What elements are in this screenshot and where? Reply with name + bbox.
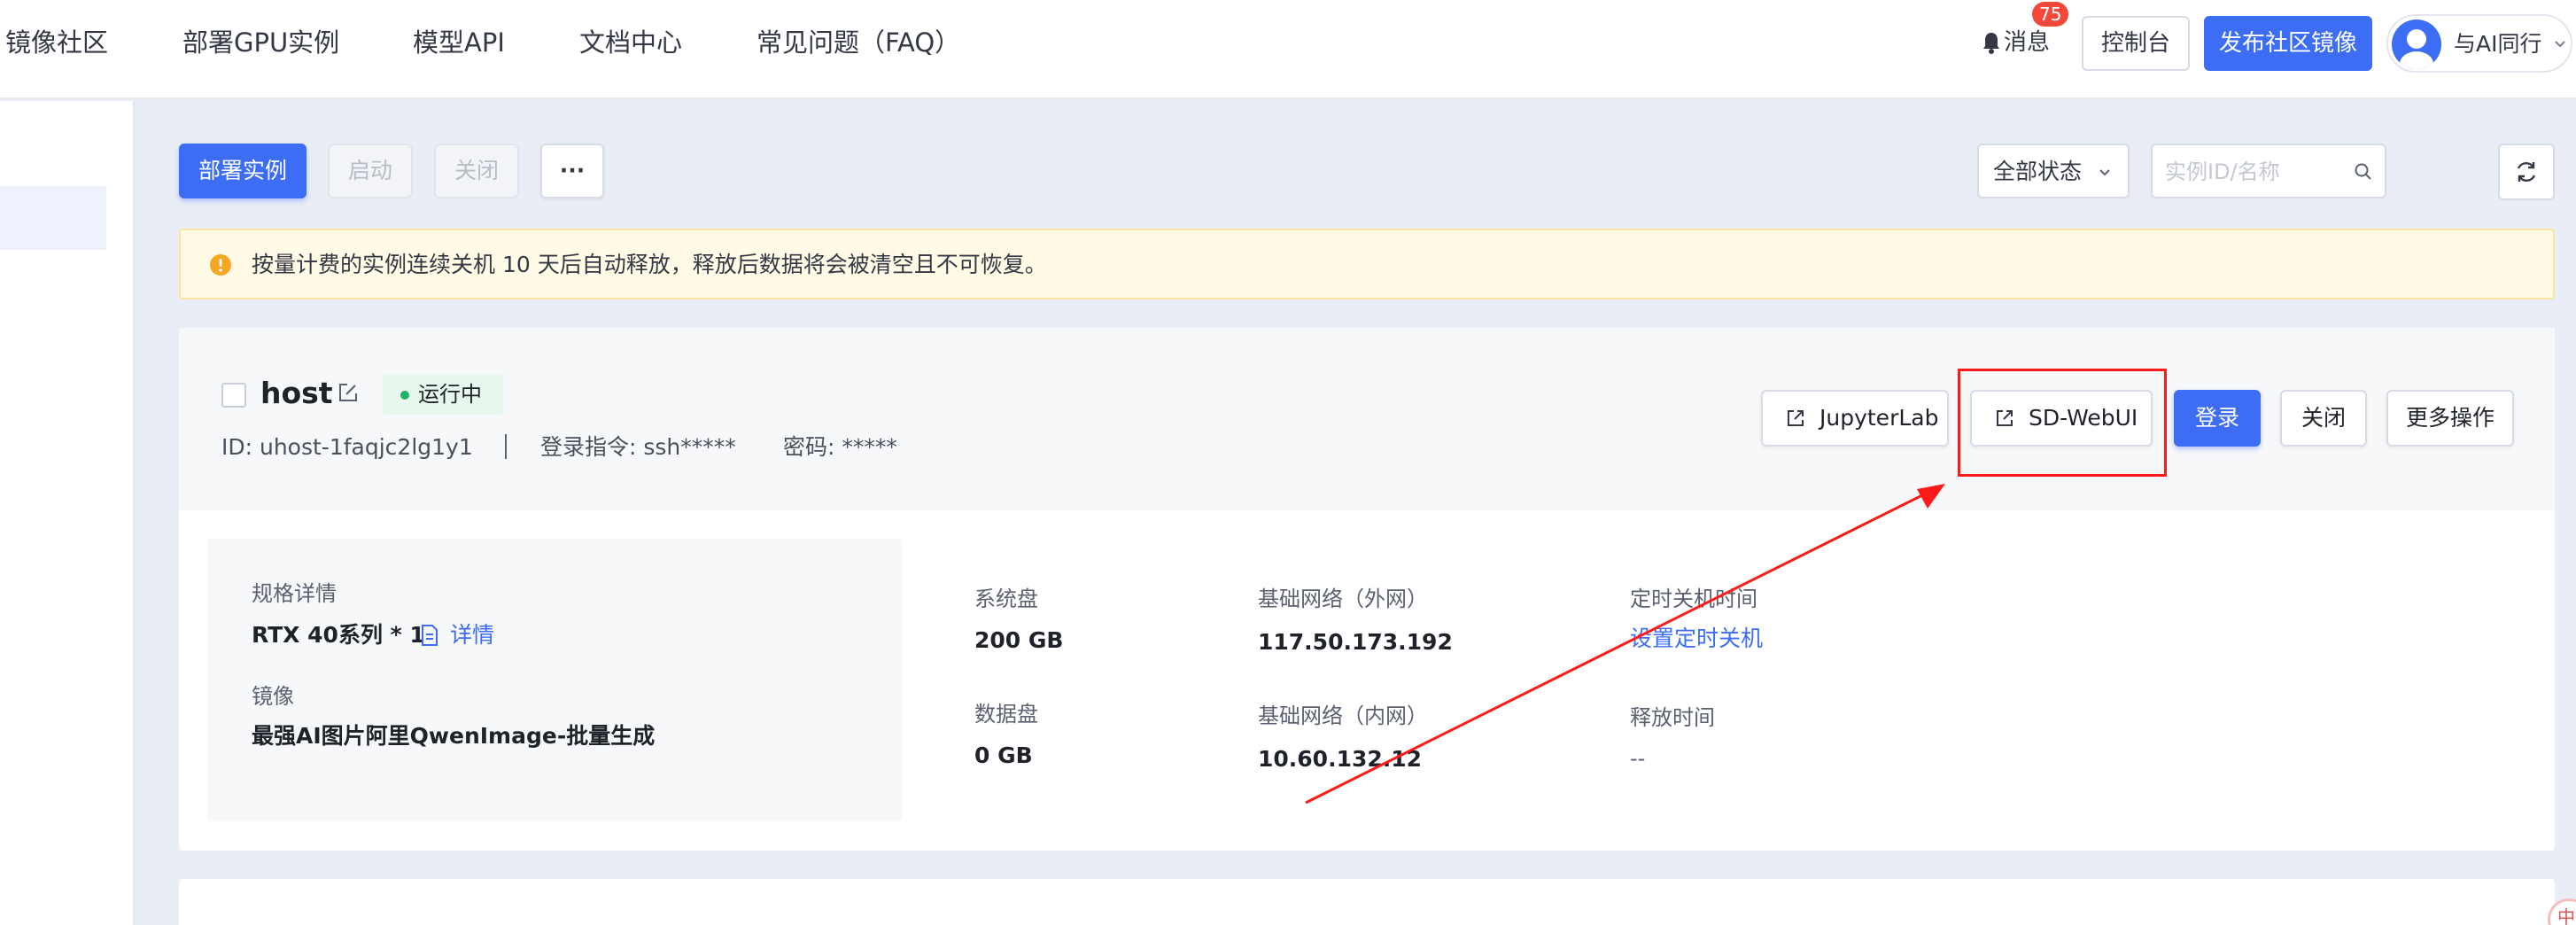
more-actions-button[interactable]: ··· bbox=[540, 144, 604, 198]
scheduled-shutdown-label: 定时关机时间 bbox=[1630, 587, 1757, 611]
chevron-down-icon bbox=[2555, 41, 2565, 48]
instance-card: host 运行中 ID: uhost-1faqjc2lg1y1 登录指令: ss… bbox=[179, 328, 2555, 851]
status-text: 运行中 bbox=[418, 382, 482, 407]
meta-divider bbox=[505, 434, 507, 459]
chevron-down-icon bbox=[2099, 169, 2110, 176]
external-link-icon bbox=[1788, 410, 1804, 426]
running-dot-icon bbox=[400, 391, 409, 400]
release-time-value: -- bbox=[1630, 746, 1646, 771]
more-operations-button[interactable]: 更多操作 bbox=[2386, 390, 2514, 447]
nav-model-api[interactable]: 模型API bbox=[413, 25, 505, 60]
refresh-icon bbox=[2517, 162, 2536, 182]
instance-card-next bbox=[179, 879, 2555, 925]
sidebar bbox=[0, 101, 135, 925]
spec-detail-link[interactable]: 详情 bbox=[450, 620, 494, 650]
system-disk-label: 系统盘 bbox=[974, 587, 1038, 611]
spec-panel: 规格详情 RTX 40系列 * 1 详情 镜像 最强AI图片阿里QwenImag… bbox=[207, 539, 902, 820]
image-label: 镜像 bbox=[252, 684, 294, 709]
instance-name: host bbox=[260, 376, 333, 410]
bell-icon[interactable] bbox=[1981, 30, 2002, 57]
status-filter-select[interactable]: 全部状态 bbox=[1977, 144, 2130, 198]
edit-icon[interactable] bbox=[337, 381, 360, 404]
user-avatar-icon bbox=[2400, 29, 2433, 69]
instance-select-checkbox[interactable] bbox=[221, 383, 246, 408]
annotation-highlight-box bbox=[1958, 369, 2167, 477]
public-ip: 117.50.173.192 bbox=[1258, 629, 1453, 655]
private-network-label: 基础网络（内网） bbox=[1258, 703, 1428, 728]
nav-image-community[interactable]: 镜像社区 bbox=[5, 25, 108, 60]
search-input[interactable] bbox=[2165, 156, 2342, 188]
instance-id: ID: uhost-1faqjc2lg1y1 bbox=[221, 434, 473, 460]
floating-assistant-label: 中 bbox=[2557, 906, 2575, 925]
close-label: 关闭 bbox=[2301, 405, 2346, 431]
start-button[interactable]: 启动 bbox=[328, 144, 413, 198]
system-disk-value: 200 GB bbox=[974, 627, 1064, 653]
top-navigation-bar: 镜像社区 部署GPU实例 模型API 文档中心 常见问题（FAQ） 消息 75 … bbox=[0, 0, 2576, 99]
data-disk-value: 0 GB bbox=[974, 742, 1033, 768]
nav-docs-center[interactable]: 文档中心 bbox=[579, 25, 682, 60]
sidebar-item-active[interactable] bbox=[0, 186, 106, 250]
jupyterlab-button[interactable]: JupyterLab bbox=[1761, 390, 1949, 447]
notice-text: 按量计费的实例连续关机 10 天后自动释放，释放后数据将会被清空且不可恢复。 bbox=[252, 252, 1047, 277]
status-badge: 运行中 bbox=[383, 374, 503, 415]
deploy-instance-button[interactable]: 部署实例 bbox=[179, 144, 306, 198]
warning-icon bbox=[210, 254, 231, 276]
close-instance-button[interactable]: 关闭 bbox=[2280, 390, 2367, 447]
status-filter-value: 全部状态 bbox=[1993, 159, 2083, 184]
jupyterlab-label: JupyterLab bbox=[1819, 405, 1939, 431]
avatar bbox=[2392, 19, 2441, 69]
search-box bbox=[2151, 144, 2386, 198]
more-operations-label: 更多操作 bbox=[2405, 405, 2495, 431]
console-button[interactable]: 控制台 bbox=[2082, 16, 2190, 71]
set-scheduled-shutdown-link[interactable]: 设置定时关机 bbox=[1630, 624, 1763, 654]
release-notice-banner: 按量计费的实例连续关机 10 天后自动释放，释放后数据将会被清空且不可恢复。 bbox=[179, 229, 2555, 299]
private-ip: 10.60.132.12 bbox=[1258, 746, 1423, 772]
search-icon[interactable] bbox=[2353, 161, 2374, 183]
login-button[interactable]: 登录 bbox=[2174, 390, 2261, 447]
stop-button[interactable]: 关闭 bbox=[434, 144, 519, 198]
publish-community-image-button[interactable]: 发布社区镜像 bbox=[2204, 16, 2372, 71]
login-command: 登录指令: ssh***** bbox=[540, 434, 736, 460]
password-masked: 密码: ***** bbox=[783, 434, 897, 460]
user-menu[interactable]: 与AI同行 bbox=[2386, 14, 2572, 73]
messages-label[interactable]: 消息 bbox=[2004, 27, 2050, 58]
document-icon[interactable] bbox=[420, 624, 439, 647]
nav-deploy-gpu-instance[interactable]: 部署GPU实例 bbox=[182, 25, 339, 60]
nav-faq[interactable]: 常见问题（FAQ） bbox=[757, 25, 960, 60]
login-label: 登录 bbox=[2194, 405, 2239, 431]
spec-value: RTX 40系列 * 1 bbox=[252, 622, 425, 648]
refresh-button[interactable] bbox=[2498, 144, 2555, 200]
instance-card-header: host 运行中 ID: uhost-1faqjc2lg1y1 登录指令: ss… bbox=[179, 328, 2555, 510]
spec-label: 规格详情 bbox=[252, 581, 337, 606]
public-network-label: 基础网络（外网） bbox=[1258, 587, 1428, 611]
image-value: 最强AI图片阿里QwenImage-批量生成 bbox=[252, 723, 656, 749]
data-disk-label: 数据盘 bbox=[974, 702, 1038, 727]
messages-count-badge: 75 bbox=[2032, 2, 2069, 27]
user-name: 与AI同行 bbox=[2454, 31, 2542, 57]
release-time-label: 释放时间 bbox=[1630, 705, 1715, 730]
